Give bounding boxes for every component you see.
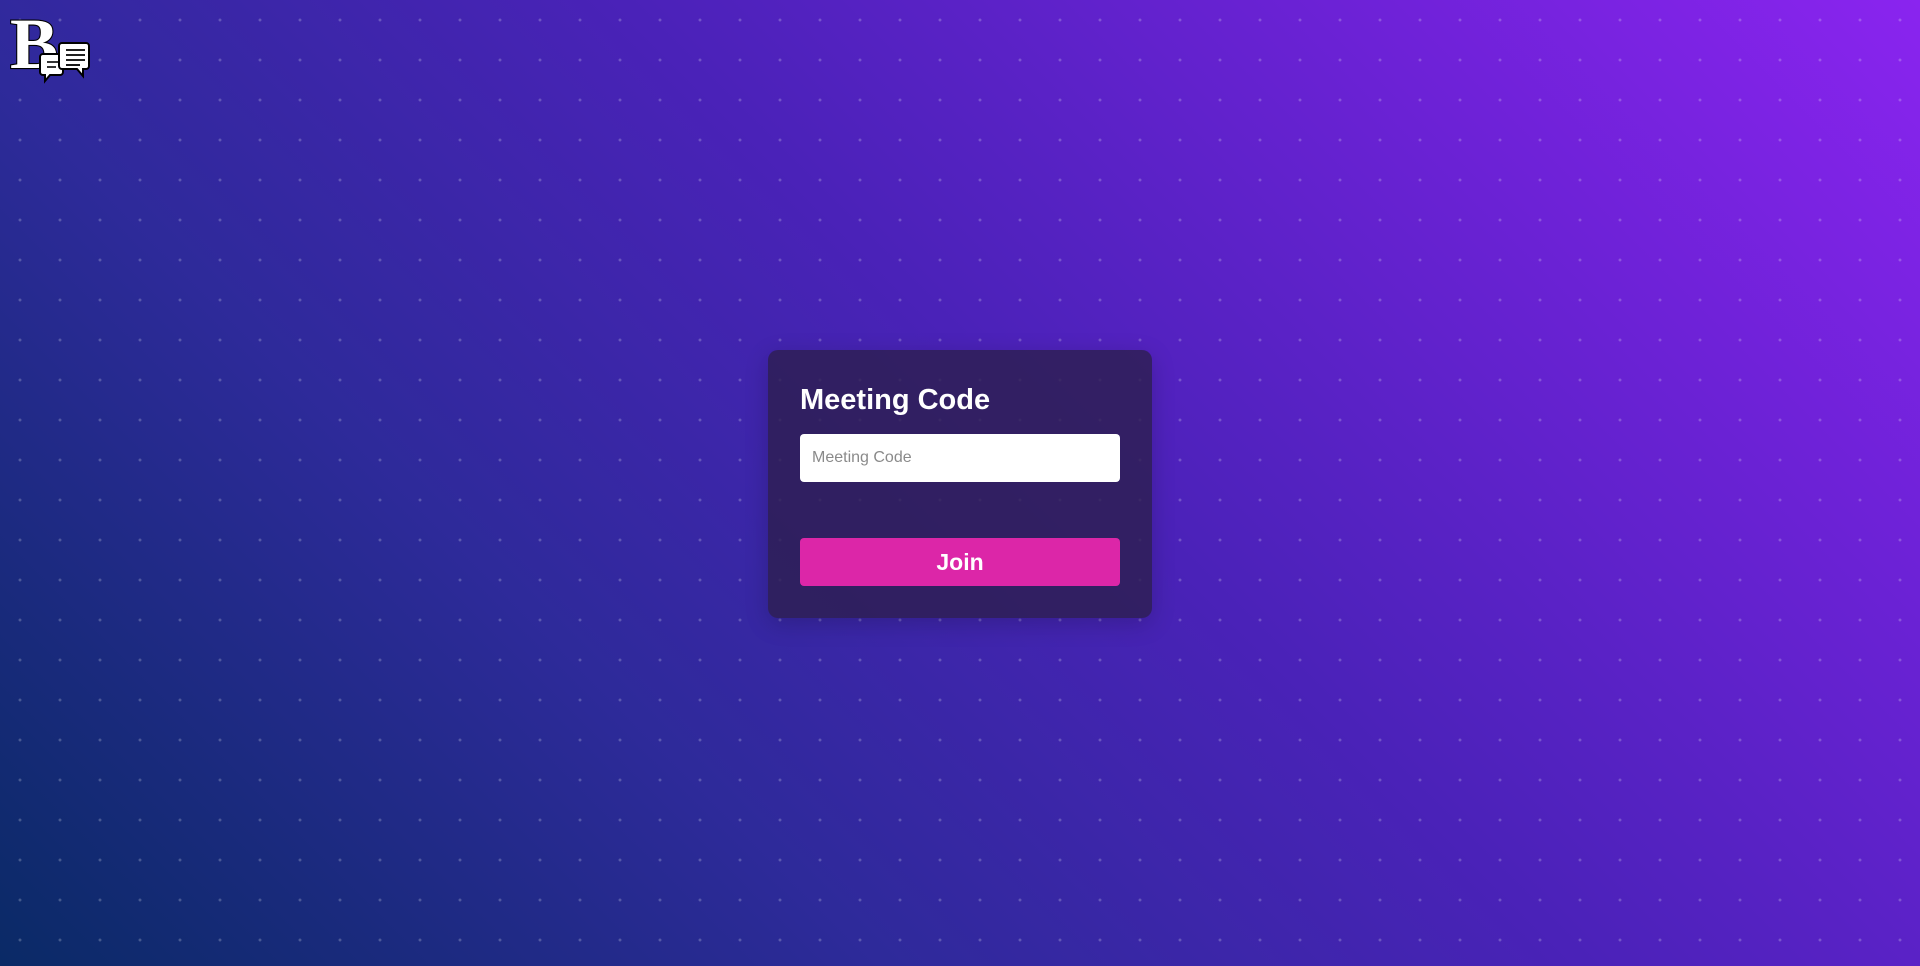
card-title: Meeting Code xyxy=(800,384,991,416)
meeting-code-input[interactable] xyxy=(800,434,1120,482)
join-button[interactable]: Join xyxy=(800,538,1120,586)
meeting-code-card: Meeting Code Join xyxy=(768,350,1152,618)
app-logo[interactable]: B xyxy=(9,3,94,90)
b-chat-logo-icon: B xyxy=(9,3,90,85)
